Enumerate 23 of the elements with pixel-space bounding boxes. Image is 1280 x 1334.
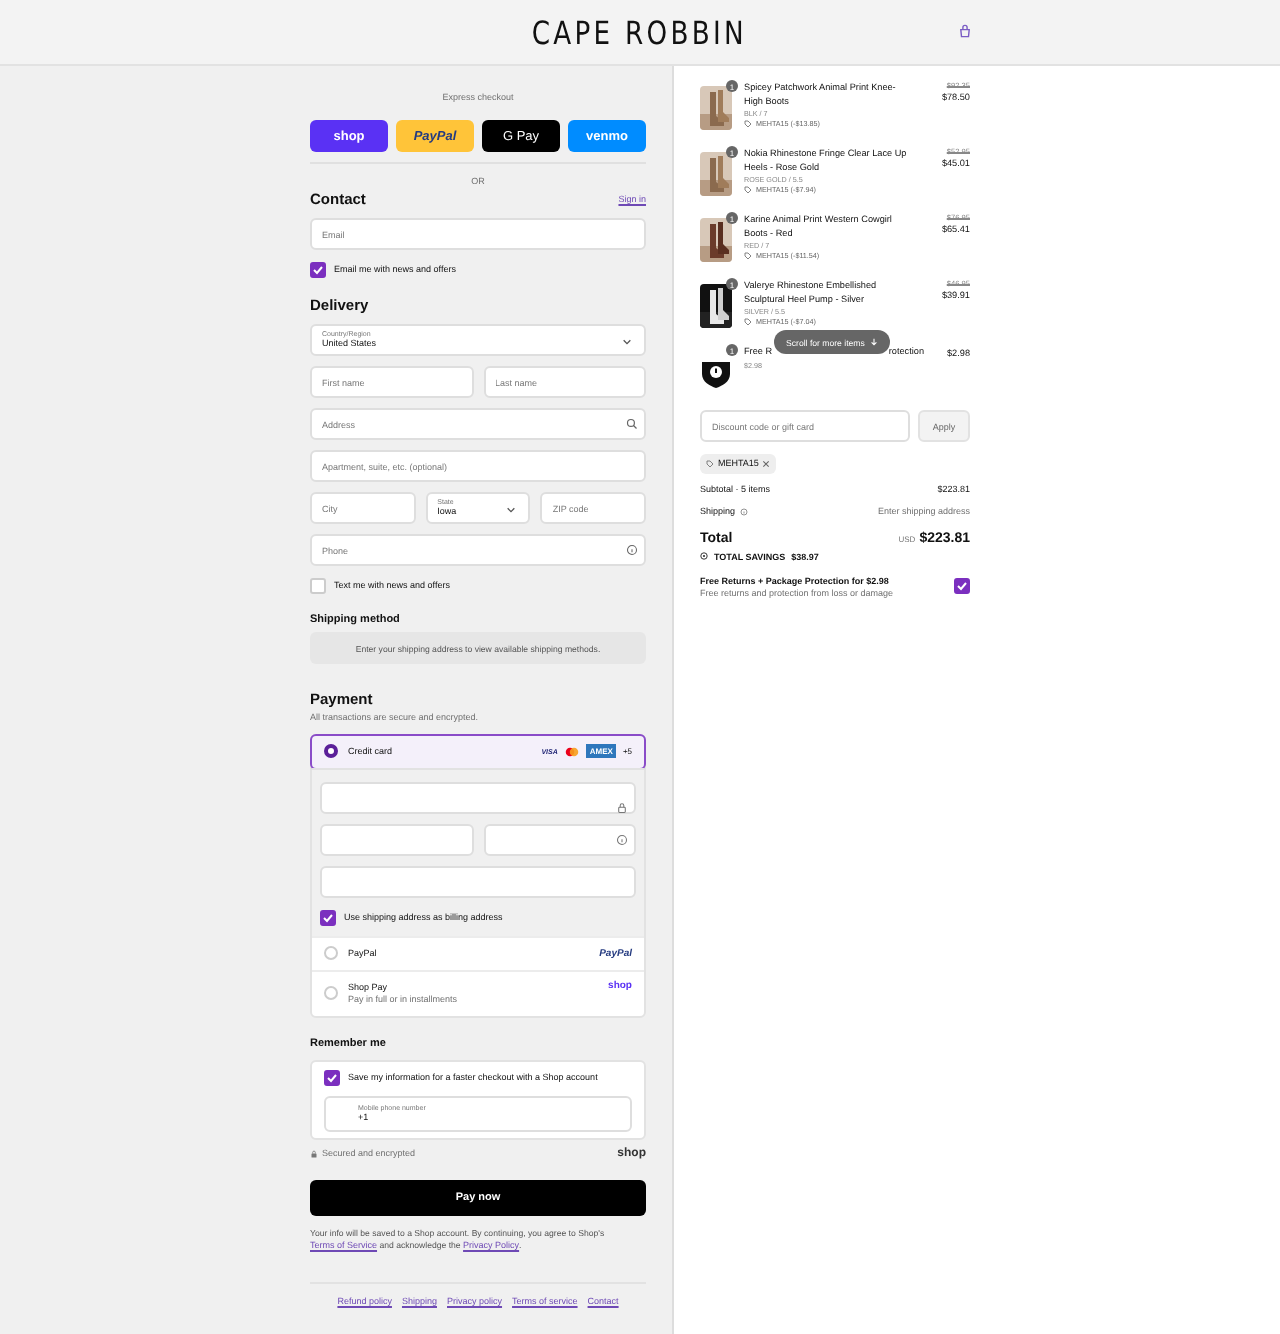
- search-icon: [626, 418, 638, 430]
- lock-icon: [616, 801, 628, 814]
- chevron-down-icon: [622, 338, 632, 346]
- bag-icon[interactable]: [958, 24, 972, 38]
- mastercard-icon: [563, 745, 580, 758]
- security-code-field[interactable]: [483, 823, 636, 856]
- shield-icon: [700, 356, 732, 388]
- help-icon[interactable]: [616, 833, 628, 846]
- help-icon[interactable]: [626, 544, 638, 556]
- chevron-down-icon: [506, 506, 517, 514]
- checkbox[interactable]: [310, 262, 326, 278]
- logo[interactable]: CAPE ROBBIN: [532, 13, 748, 51]
- name-on-card-field[interactable]: [320, 865, 636, 898]
- radio-button[interactable]: [324, 744, 338, 759]
- lock-icon: [310, 1149, 318, 1158]
- checkbox[interactable]: [324, 1069, 340, 1086]
- close-icon[interactable]: [762, 459, 771, 468]
- checkbox[interactable]: [954, 578, 970, 595]
- checkbox[interactable]: [320, 909, 336, 926]
- card-number-field[interactable]: [320, 781, 636, 814]
- help-icon[interactable]: [739, 507, 748, 516]
- arrow-down-icon: [870, 338, 879, 346]
- expiry-field[interactable]: [320, 823, 473, 856]
